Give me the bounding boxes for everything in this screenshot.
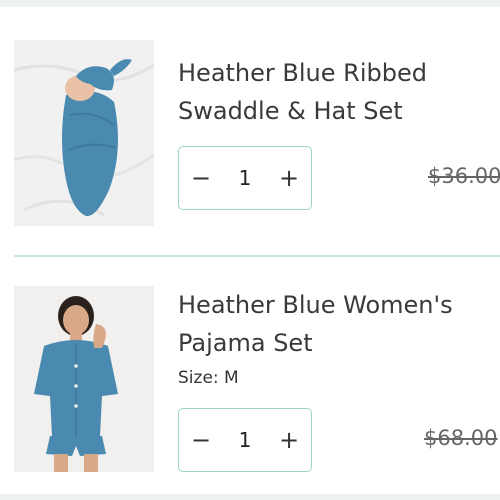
product-title-line: Heather Blue Ribbed [178, 59, 427, 87]
bottom-strip [0, 494, 500, 500]
increment-button[interactable]: + [267, 147, 311, 209]
quantity-stepper: − 1 + [178, 146, 312, 210]
product-title-line: Swaddle & Hat Set [178, 97, 403, 125]
variant-label: Size: M [178, 368, 239, 388]
decrement-button[interactable]: − [179, 147, 223, 209]
plus-icon: + [278, 164, 300, 192]
item-divider [14, 255, 500, 257]
quantity-value[interactable]: 1 [223, 166, 267, 190]
increment-button[interactable]: + [267, 409, 311, 471]
product-title-line: Pajama Set [178, 329, 313, 357]
minus-icon: − [190, 426, 212, 454]
product-image-swaddle[interactable] [14, 40, 154, 226]
product-title-pajama[interactable]: Heather Blue Women's Pajama Set [178, 286, 498, 362]
compare-at-price: $68.00 [424, 426, 498, 450]
top-strip [0, 0, 500, 7]
plus-icon: + [278, 426, 300, 454]
product-title-swaddle[interactable]: Heather Blue Ribbed Swaddle & Hat Set [178, 54, 498, 130]
quantity-value[interactable]: 1 [223, 428, 267, 452]
minus-icon: − [190, 164, 212, 192]
product-image-pajama[interactable] [14, 286, 154, 472]
compare-at-price: $36.00 [428, 164, 500, 188]
product-title-line: Heather Blue Women's [178, 291, 453, 319]
quantity-stepper: − 1 + [178, 408, 312, 472]
decrement-button[interactable]: − [179, 409, 223, 471]
